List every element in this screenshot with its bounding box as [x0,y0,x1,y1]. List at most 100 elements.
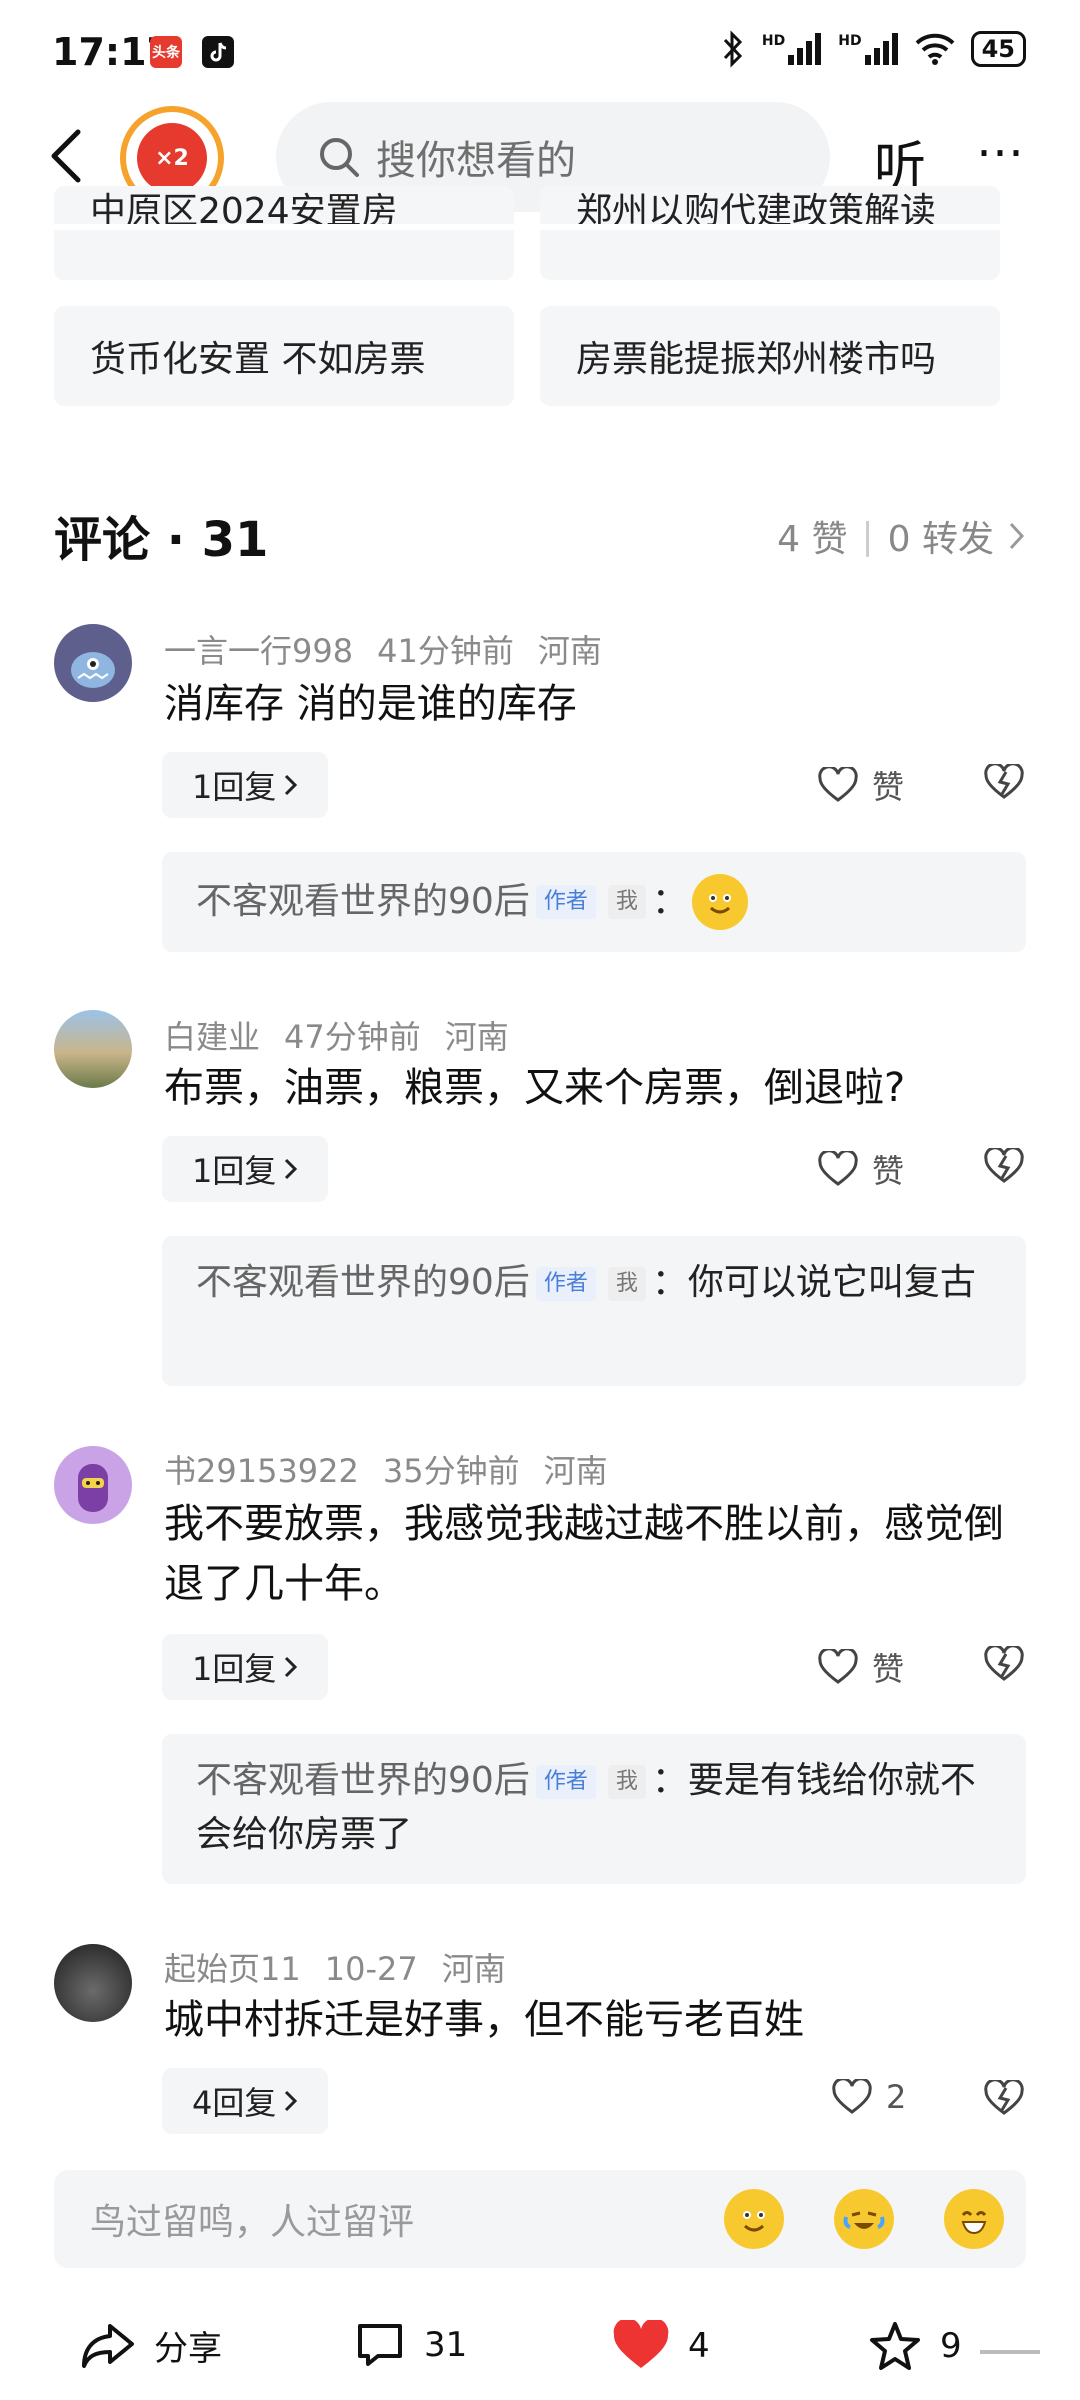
dislike-icon[interactable] [984,1148,1024,1184]
avatar[interactable] [54,1010,132,1088]
replies-button[interactable]: 4回复 [162,2068,329,2134]
comment-user[interactable]: 一言一行998 [164,632,353,670]
comments-button[interactable]: 31 [354,2320,467,2370]
signal-2: HD [838,33,898,65]
post-stats[interactable]: 4 赞 | 0 转发 [777,510,1026,562]
sub-reply[interactable]: 不客观看世界的90后 作者我：要是有钱给你就不会给你房票了 [162,1734,1026,1884]
comment-text: 消库存 消的是谁的库存 [164,681,577,727]
replies-count: 1回复 [192,768,277,806]
avatar[interactable] [54,1944,132,2022]
reward-multiplier: ×2 [155,145,189,171]
dislike-icon[interactable] [984,1646,1024,1682]
signal-bars-icon [788,33,822,65]
signal-2-label: HD [838,33,862,49]
chevron-right-icon [285,1158,298,1180]
laugh-cry-emoji-icon[interactable] [834,2189,894,2249]
favorite-button[interactable]: 9 [868,2320,962,2372]
me-tag: 我 [607,1267,646,1301]
like-button[interactable]: 赞 [818,1146,904,1192]
comment-meta: 一言一行998 41分钟前 河南 [164,626,626,672]
toutiao-app-icon: 头条 [150,36,182,68]
status-bar: 17:17 头条 HD HD 45 [0,0,1080,100]
heart-outline-icon [818,1151,858,1186]
comment-icon [358,2324,402,2366]
like-button[interactable]: 赞 [818,762,904,808]
comment-meta: 书29153922 35分钟前 河南 [164,1446,632,1492]
search-placeholder: 搜你想看的 [376,138,576,184]
author-tag: 作者 [535,1765,596,1799]
likes-count: 4 [688,2326,710,2366]
heart-outline-icon [818,767,858,802]
more-options-icon[interactable]: ⋯ [976,124,1030,180]
comment-user[interactable]: 起始页11 [164,1950,301,1988]
comment-location: 河南 [441,1950,506,1988]
sub-reply-author[interactable]: 不客观看世界的90后 [196,1760,530,1801]
replies-count: 1回复 [192,1152,277,1190]
like-label: 赞 [872,1650,905,1688]
grin-emoji-icon[interactable] [944,2189,1004,2249]
heart-outline-icon [832,2079,872,2114]
comment-meta: 起始页11 10-27 河南 [164,1944,530,1990]
comment-text: 城中村拆迁是好事，但不能亏老百姓 [164,1997,804,2043]
like-count: 2 [886,2078,907,2116]
comment-text: 布票，油票，粮票，又来个房票，倒退啦? [164,1065,906,1111]
bluetooth-icon [723,30,742,68]
wifi-icon [915,33,954,65]
comment-user[interactable]: 白建业 [164,1018,260,1056]
replies-button[interactable]: 1回复 [162,1136,329,1202]
status-right-group: HD HD 45 [720,30,1026,68]
stats-divider: | [861,515,874,557]
comment-location: 河南 [537,632,602,670]
smile-emoji-icon [691,874,748,930]
comment-time: 41分钟前 [377,632,514,670]
like-button[interactable]: 2 [832,2078,906,2116]
comment-location: 河南 [444,1018,509,1056]
replies-button[interactable]: 1回复 [162,752,329,818]
comment-input[interactable]: 鸟过留鸣，人过留评 [54,2170,1026,2268]
sub-reply-text: ： [651,881,688,922]
share-button[interactable]: 分享 [80,2320,222,2370]
dislike-icon[interactable] [984,2080,1024,2116]
dislike-icon[interactable] [984,764,1024,800]
sub-reply[interactable]: 不客观看世界的90后 作者我：你可以说它叫复古 [162,1236,1026,1386]
smile-emoji-icon[interactable] [724,2189,784,2249]
share-label: 分享 [154,2328,222,2369]
avatar-monster-icon [71,652,115,688]
author-tag: 作者 [535,885,596,919]
like-post-button[interactable]: 4 [612,2320,710,2372]
comment-time: 10-27 [324,1950,418,1988]
shield-icon: ×2 [137,123,207,193]
related-search-item[interactable]: 中原区2024安置房 [54,186,514,280]
chevron-right-icon [285,774,298,796]
sub-reply[interactable]: 不客观看世界的90后 作者 我 ： [162,852,1026,952]
share-icon [82,2324,134,2368]
replies-button[interactable]: 1回复 [162,1634,329,1700]
signal-bars-icon [864,33,898,65]
related-search-label: 货币化安置 不如房票 [90,339,426,380]
related-search-item[interactable]: 货币化安置 不如房票 [54,306,514,406]
chevron-right-icon [285,2090,298,2112]
comments-title: 评论 · 31 [54,512,269,568]
sub-reply-author[interactable]: 不客观看世界的90后 [196,1262,530,1303]
related-search-item[interactable]: 房票能提振郑州楼市吗 [540,306,1000,406]
related-search-item[interactable]: 郑州以购代建政策解读 [540,186,1000,280]
search-icon [320,138,359,177]
comment-user[interactable]: 书29153922 [164,1452,359,1490]
avatar[interactable] [54,1446,132,1524]
comment-time: 35分钟前 [382,1452,520,1490]
me-tag: 我 [607,1765,646,1799]
sub-reply-author[interactable]: 不客观看世界的90后 [196,875,530,929]
battery-indicator: 45 [970,31,1026,67]
avatar[interactable] [54,624,132,702]
header-divider [0,224,1080,230]
comments-count: 31 [424,2325,468,2365]
comment-input-placeholder: 鸟过留鸣，人过留评 [90,2202,415,2243]
avatar-cartoon-icon [78,1464,108,1512]
favorites-count: 9 [940,2326,962,2366]
home-indicator [980,2350,1040,2354]
comment-time: 47分钟前 [284,1018,421,1056]
back-arrow-icon[interactable] [44,126,88,186]
like-button[interactable]: 赞 [818,1644,904,1690]
replies-count: 4回复 [192,2084,277,2122]
author-tag: 作者 [535,1267,596,1301]
